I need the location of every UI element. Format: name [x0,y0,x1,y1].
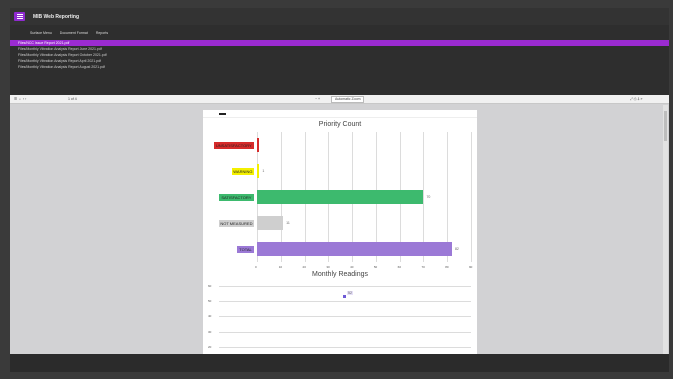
tab-surface-menu[interactable]: Surface Menu [30,31,52,35]
app-window: MIB Web Reporting Surface Menu Document … [10,8,669,372]
category-label: SATISFACTORY [218,193,254,201]
tab-document-format[interactable]: Document Format [60,31,88,35]
x-tick-label: 0 [255,265,257,269]
header-mark [219,113,226,115]
zoom-select[interactable]: Automatic Zoom [331,96,365,103]
x-tick-label: 30 [326,265,330,269]
zoom-buttons[interactable]: − + [315,97,320,101]
file-list: Files/NCC Issue Report 2021.pdf Files/Mo… [10,40,669,70]
title-bar: MIB Web Reporting [10,8,669,25]
x-tick-label: 60 [397,265,401,269]
x-tick-label: 10 [278,265,283,269]
bar [257,138,259,152]
x-tick-label: 70 [421,265,425,269]
x-tick-label: 80 [445,265,449,269]
y-gridline [219,301,471,303]
category-label: UNSATISFACTORY [213,141,254,149]
y-tick-label: 50 [208,299,212,304]
y-tick-label: 30 [208,329,212,334]
page-number-indicator[interactable]: 1 of 4 [68,97,77,101]
y-gridline [219,286,471,287]
x-tick-label: 20 [302,265,306,269]
bar-value-label: 82 [454,247,459,251]
bar [257,164,260,178]
y-gridline [219,346,471,348]
page-header [203,110,477,118]
chart-title-priority: Priority Count [318,121,362,128]
point-value-label: 52 [347,291,353,296]
scrollbar-thumb[interactable] [664,111,667,141]
sidebar-toggle-icon[interactable]: ☰ ⌕ ‹ › [14,97,26,101]
y-tick-label: 40 [208,314,212,319]
bar [257,242,452,256]
bottom-bar [10,354,669,372]
app-title: MIB Web Reporting [33,13,80,20]
data-point [342,294,346,298]
scrollbar[interactable] [663,105,668,354]
pdf-viewer: ☰ ⌕ ‹ › 1 of 4 − + Automatic Zoom ⤢ ⎙ ⇩ … [10,95,669,364]
bar-value-label: 1 [262,169,265,173]
tab-reports[interactable]: Reports [96,31,108,35]
category-label: NOT MEASURED [218,219,254,227]
bar-value-label: 11 [286,221,290,225]
tab-bar: Surface Menu Document Format Reports [30,31,108,35]
toolbar-actions-icon[interactable]: ⤢ ⎙ ⇩ » [630,97,642,101]
chart-title-monthly: Monthly Readings [311,271,369,278]
x-gridline [471,132,472,262]
file-item[interactable]: Files/Monthly Vibration Analysis Report … [10,64,669,70]
x-tick-label: 50 [373,265,378,269]
x-tick-label: 40 [350,265,354,269]
hamburger-menu-icon[interactable] [14,12,25,21]
y-gridline [219,331,471,333]
category-label: TOTAL [237,245,254,253]
bar [257,216,284,230]
pdf-page: Priority Count 0 10 20 30 40 50 60 70 80 90 UNSATI… [203,110,477,364]
category-label: WARNING [231,167,254,175]
y-gridline [219,316,471,318]
y-tick-label: 20 [208,344,212,349]
bar-value-label: 70 [426,195,431,199]
bar [257,190,424,204]
x-tick-label: 90 [469,265,473,269]
pdf-toolbar: ☰ ⌕ ‹ › 1 of 4 − + Automatic Zoom ⤢ ⎙ ⇩ … [10,95,669,104]
y-tick-label: 60 [208,284,212,288]
